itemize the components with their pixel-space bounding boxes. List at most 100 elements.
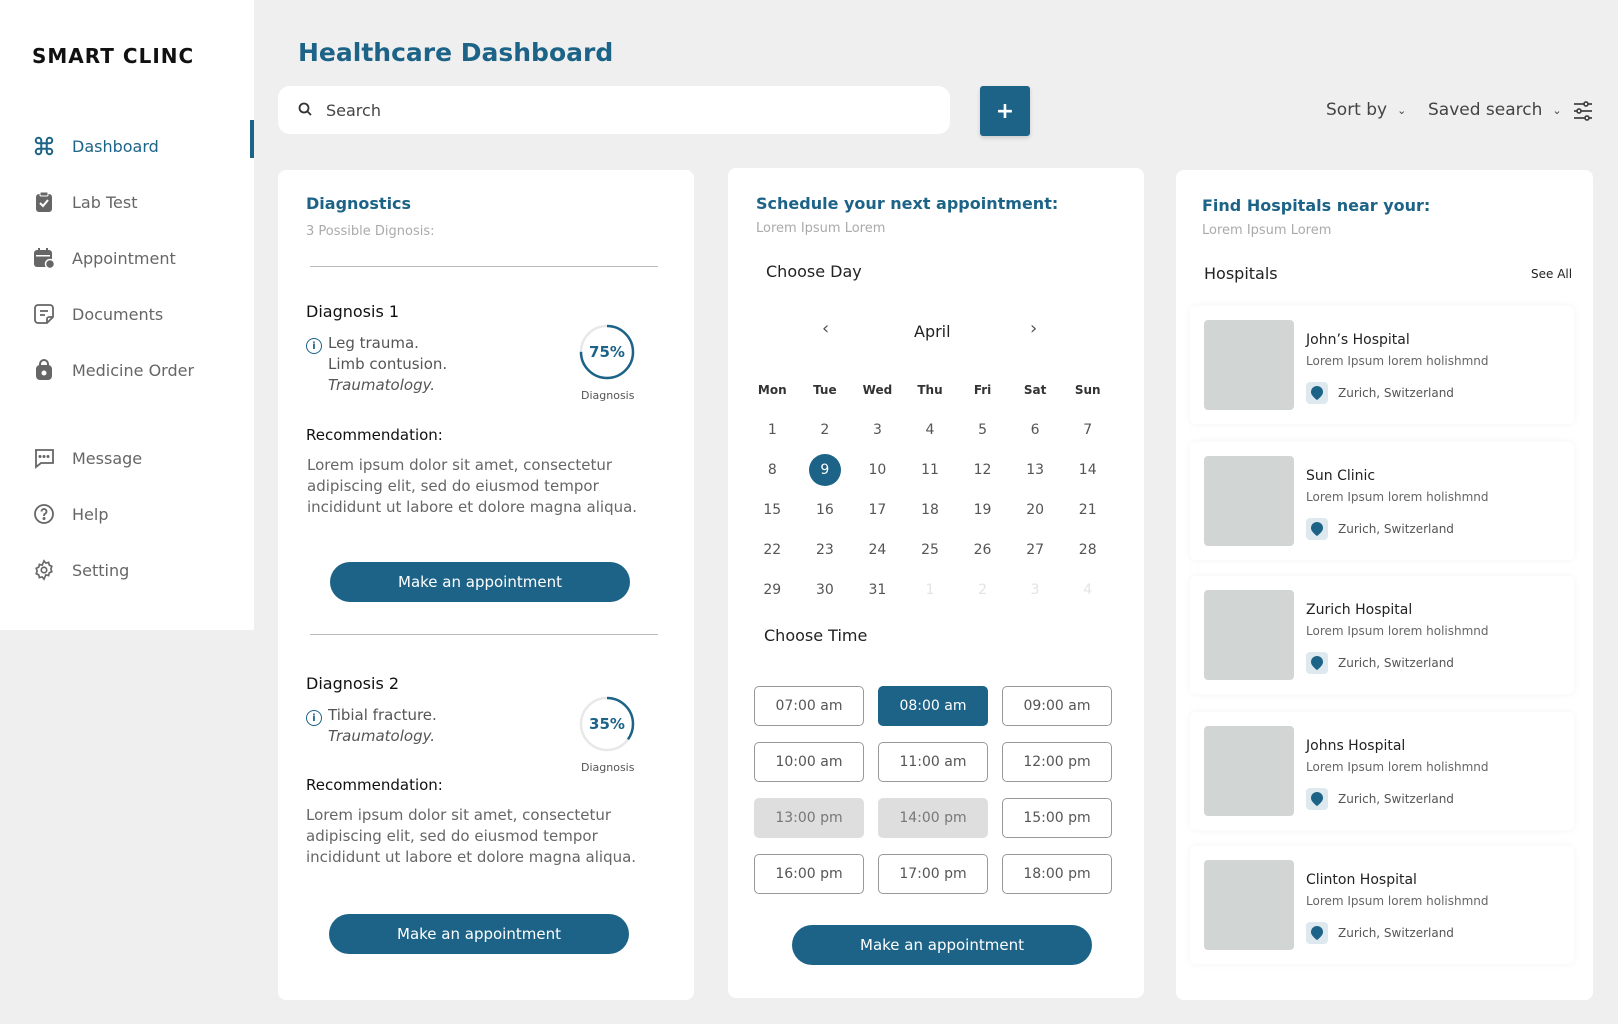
- sidebar-item-documents[interactable]: Documents: [0, 286, 254, 342]
- location-pin-icon: [1306, 922, 1328, 944]
- calendar-day[interactable]: 28: [1061, 530, 1114, 570]
- calendar-day[interactable]: 17: [851, 490, 904, 530]
- info-icon: i: [306, 710, 322, 726]
- calendar-day[interactable]: 5: [956, 410, 1009, 450]
- search-input[interactable]: [326, 100, 886, 120]
- calendar-day[interactable]: 1: [746, 410, 799, 450]
- hospitals-title: Find Hospitals near your:: [1202, 196, 1431, 215]
- time-slot[interactable]: 11:00 am: [878, 742, 988, 782]
- sidebar-item-help[interactable]: Help: [0, 486, 254, 542]
- gear-icon: [32, 558, 56, 582]
- calendar-day[interactable]: 3: [851, 410, 904, 450]
- sidebar-item-label: Documents: [72, 304, 164, 324]
- sidebar-item-lab-test[interactable]: Lab Test: [0, 174, 254, 230]
- add-button[interactable]: +: [980, 86, 1030, 136]
- sidebar-item-appointment[interactable]: Appointment: [0, 230, 254, 286]
- hospital-image: [1204, 590, 1294, 680]
- sidebar-item-medicine-order[interactable]: Medicine Order: [0, 342, 254, 398]
- calendar-day[interactable]: 24: [851, 530, 904, 570]
- chevron-right-icon[interactable]: ›: [1030, 318, 1037, 339]
- diagnosis-1-details: Leg trauma. Limb contusion. Traumatology…: [328, 333, 447, 396]
- time-slot-grid: 07:00 am 08:00 am 09:00 am 10:00 am 11:00 am…: [754, 686, 1114, 894]
- weekday-label: Sun: [1074, 383, 1101, 397]
- calendar-day[interactable]: 6: [1009, 410, 1062, 450]
- weekday-label: Mon: [757, 383, 787, 397]
- info-icon: i: [306, 338, 322, 354]
- hospitals-list-heading: Hospitals: [1204, 264, 1278, 283]
- make-appointment-button[interactable]: Make an appointment: [792, 925, 1092, 965]
- calendar-day[interactable]: 9: [799, 450, 852, 490]
- calendar-day[interactable]: 25: [904, 530, 957, 570]
- make-appointment-button[interactable]: Make an appointment: [330, 562, 630, 602]
- ring-label: Diagnosis: [581, 389, 635, 402]
- hospital-item[interactable]: Johns Hospital Lorem Ipsum lorem holishmn…: [1190, 712, 1574, 830]
- calendar-day[interactable]: 19: [956, 490, 1009, 530]
- hospital-location: Zurich, Switzerland: [1338, 522, 1454, 536]
- calendar-day[interactable]: 22: [746, 530, 799, 570]
- sidebar-item-message[interactable]: Message: [0, 430, 254, 486]
- hospital-name: John’s Hospital: [1306, 332, 1410, 348]
- sidebar-item-dashboard[interactable]: Dashboard: [0, 118, 254, 174]
- app-logo: SMART CLINC: [32, 44, 195, 68]
- calendar-day[interactable]: 31: [851, 570, 904, 610]
- calendar-day[interactable]: 8: [746, 450, 799, 490]
- schedule-title: Schedule your next appointment:: [756, 194, 1059, 213]
- time-slot[interactable]: 18:00 pm: [1002, 854, 1112, 894]
- hospital-item[interactable]: John’s Hospital Lorem Ipsum lorem holishm…: [1190, 306, 1574, 424]
- divider: [310, 266, 658, 267]
- filter-icon[interactable]: [1572, 100, 1594, 126]
- calendar-day[interactable]: 15: [746, 490, 799, 530]
- sort-dropdown[interactable]: Sort by ⌄: [1326, 100, 1406, 120]
- see-all-link[interactable]: See All: [1531, 267, 1572, 281]
- calendar-day[interactable]: 14: [1061, 450, 1114, 490]
- calendar-icon: [32, 246, 56, 270]
- calendar-day[interactable]: 4: [904, 410, 957, 450]
- time-slot[interactable]: 15:00 pm: [1002, 798, 1112, 838]
- location-pin-icon: [1306, 788, 1328, 810]
- hospital-image: [1204, 320, 1294, 410]
- calendar-day[interactable]: 26: [956, 530, 1009, 570]
- calendar-day[interactable]: 16: [799, 490, 852, 530]
- calendar-day[interactable]: 27: [1009, 530, 1062, 570]
- saved-search-dropdown[interactable]: Saved search ⌄: [1428, 100, 1562, 120]
- choose-day-heading: Choose Day: [766, 262, 862, 281]
- hospital-location: Zurich, Switzerland: [1338, 792, 1454, 806]
- calendar-day[interactable]: 29: [746, 570, 799, 610]
- calendar-day[interactable]: 11: [904, 450, 957, 490]
- calendar-day[interactable]: 10: [851, 450, 904, 490]
- time-slot[interactable]: 08:00 am: [878, 686, 988, 726]
- hospital-name: Clinton Hospital: [1306, 872, 1417, 888]
- time-slot[interactable]: 16:00 pm: [754, 854, 864, 894]
- time-slot[interactable]: 07:00 am: [754, 686, 864, 726]
- hospital-description: Lorem Ipsum lorem holishmnd: [1306, 354, 1489, 368]
- time-slot[interactable]: 12:00 pm: [1002, 742, 1112, 782]
- search-icon: [298, 101, 312, 120]
- message-icon: [32, 446, 56, 470]
- time-slot[interactable]: 10:00 am: [754, 742, 864, 782]
- calendar-day[interactable]: 20: [1009, 490, 1062, 530]
- hospital-image: [1204, 860, 1294, 950]
- hospital-item[interactable]: Sun Clinic Lorem Ipsum lorem holishmnd Zur…: [1190, 442, 1574, 560]
- calendar-day[interactable]: 21: [1061, 490, 1114, 530]
- sidebar-item-setting[interactable]: Setting: [0, 542, 254, 598]
- time-slot[interactable]: 17:00 pm: [878, 854, 988, 894]
- diagnosis-line: Limb contusion.: [328, 355, 448, 373]
- page-title: Healthcare Dashboard: [298, 38, 614, 67]
- make-appointment-button[interactable]: Make an appointment: [329, 914, 629, 954]
- calendar-day[interactable]: 13: [1009, 450, 1062, 490]
- calendar-day[interactable]: 23: [799, 530, 852, 570]
- sidebar-item-label: Lab Test: [72, 192, 138, 212]
- calendar-grid: Mon Tue Wed Thu Fri Sat Sun 1 2 3 4 5 6 7 8 9 10 11 12 13 14…: [746, 370, 1114, 610]
- calendar-day[interactable]: 30: [799, 570, 852, 610]
- calendar-day[interactable]: 18: [904, 490, 957, 530]
- time-slot[interactable]: 09:00 am: [1002, 686, 1112, 726]
- chevron-left-icon[interactable]: ‹: [822, 318, 829, 339]
- hospital-item[interactable]: Zurich Hospital Lorem Ipsum lorem holishm…: [1190, 576, 1574, 694]
- calendar-day: 2: [978, 582, 988, 598]
- hospital-item[interactable]: Clinton Hospital Lorem Ipsum lorem holish…: [1190, 846, 1574, 964]
- calendar-day[interactable]: 7: [1061, 410, 1114, 450]
- calendar-month: April: [914, 322, 951, 341]
- diagnosis-line: Tibial fracture.: [328, 706, 437, 724]
- calendar-day[interactable]: 12: [956, 450, 1009, 490]
- calendar-day[interactable]: 2: [799, 410, 852, 450]
